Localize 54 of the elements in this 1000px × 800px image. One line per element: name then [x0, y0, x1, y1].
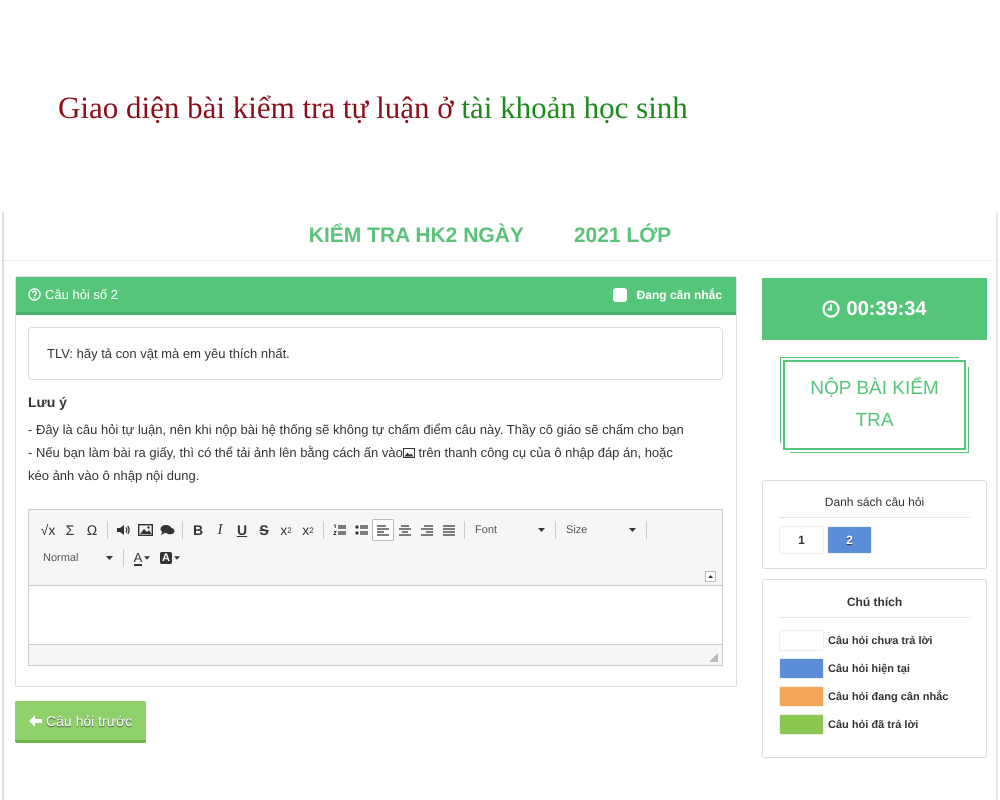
toolbar-button[interactable]: Σ: [59, 519, 81, 541]
collapse-toolbar-icon[interactable]: [705, 571, 716, 582]
exam-title: 2021 LỚP: [574, 224, 672, 248]
legend-label: Câu hỏi đang cân nhắc: [828, 690, 948, 702]
note-text: trên thanh công cụ của ô nhập đáp án, hoặc: [418, 445, 673, 460]
note-text: - Đây là câu hỏi tự luận, nên khi nộp bài hệ thống sẽ không tự chấm điểm câu này. Thầy cô giáo sẽ chấm cho bạn: [28, 422, 684, 437]
legend-label: Câu hỏi đã trả lời: [828, 718, 918, 730]
question-prompt: TLV: hãy tả con vật mà em yêu thích nhất.: [28, 327, 723, 380]
toolbar-button[interactable]: S: [253, 519, 275, 541]
background-color-button[interactable]: A: [156, 547, 184, 569]
speaker-icon: [116, 524, 130, 536]
speech-bubbles-icon: [160, 524, 174, 536]
legend-title: Chú thích: [779, 580, 970, 618]
notes-heading: Lưu ý: [28, 394, 68, 410]
question-number: Câu hỏi số 2: [45, 287, 118, 302]
question-number-button[interactable]: 1: [779, 526, 824, 554]
clock-icon: [822, 300, 840, 318]
question-list-title: Danh sách câu hỏi: [779, 481, 970, 518]
exam-title: KIỂM TRA HK2 NGÀY: [308, 224, 524, 248]
toolbar-button[interactable]: √x: [37, 519, 59, 541]
image-icon: [138, 524, 152, 536]
image-icon: [402, 448, 415, 458]
toolbar-button[interactable]: I: [209, 519, 231, 541]
caption: Giao diện bài kiểm tra tự luận ở tài khoản học sinh: [58, 90, 688, 126]
considering-checkbox[interactable]: [612, 288, 627, 302]
align-left-button[interactable]: [372, 519, 394, 541]
numbered-list-icon: [332, 524, 346, 536]
justify-icon: [443, 524, 455, 536]
align-center-icon: [399, 524, 411, 536]
toolbar-dropdown[interactable]: Normal: [37, 552, 119, 564]
resize-handle-icon[interactable]: [709, 653, 718, 662]
toolbar-button[interactable]: Ω: [81, 519, 103, 541]
timer-text: 00:39:34: [846, 298, 927, 320]
toolbar-button[interactable]: U: [231, 519, 253, 541]
legend-label: Câu hỏi chưa trả lời: [828, 634, 932, 646]
toolbar-button[interactable]: B: [187, 519, 209, 541]
toolbar-button[interactable]: x$^{2}$: [297, 519, 319, 541]
bullet-list-icon: [354, 524, 368, 536]
toolbar-dropdown[interactable]: Size: [560, 524, 642, 536]
text-color-button[interactable]: A: [128, 547, 156, 569]
caret-icon: [144, 556, 150, 560]
arrow-left-icon: [29, 714, 42, 726]
align-left-icon: [377, 524, 389, 536]
toolbar-dropdown[interactable]: Font: [469, 524, 551, 536]
caret-icon: [174, 556, 180, 560]
question-icon: [28, 288, 41, 301]
caret-icon: [629, 528, 636, 532]
legend-label: Câu hỏi hiện tại: [828, 662, 910, 674]
note-text: kéo ảnh vào ô nhập nội dung.: [28, 468, 200, 483]
align-right-icon: [421, 524, 433, 536]
caret-icon: [538, 528, 545, 532]
considering-label: Đang cân nhắc: [636, 288, 722, 302]
caret-icon: [106, 556, 113, 560]
note-text: - Nếu bạn làm bài ra giấy, thì có thể tải ảnh lên bằng cách ấn vào: [28, 445, 403, 460]
